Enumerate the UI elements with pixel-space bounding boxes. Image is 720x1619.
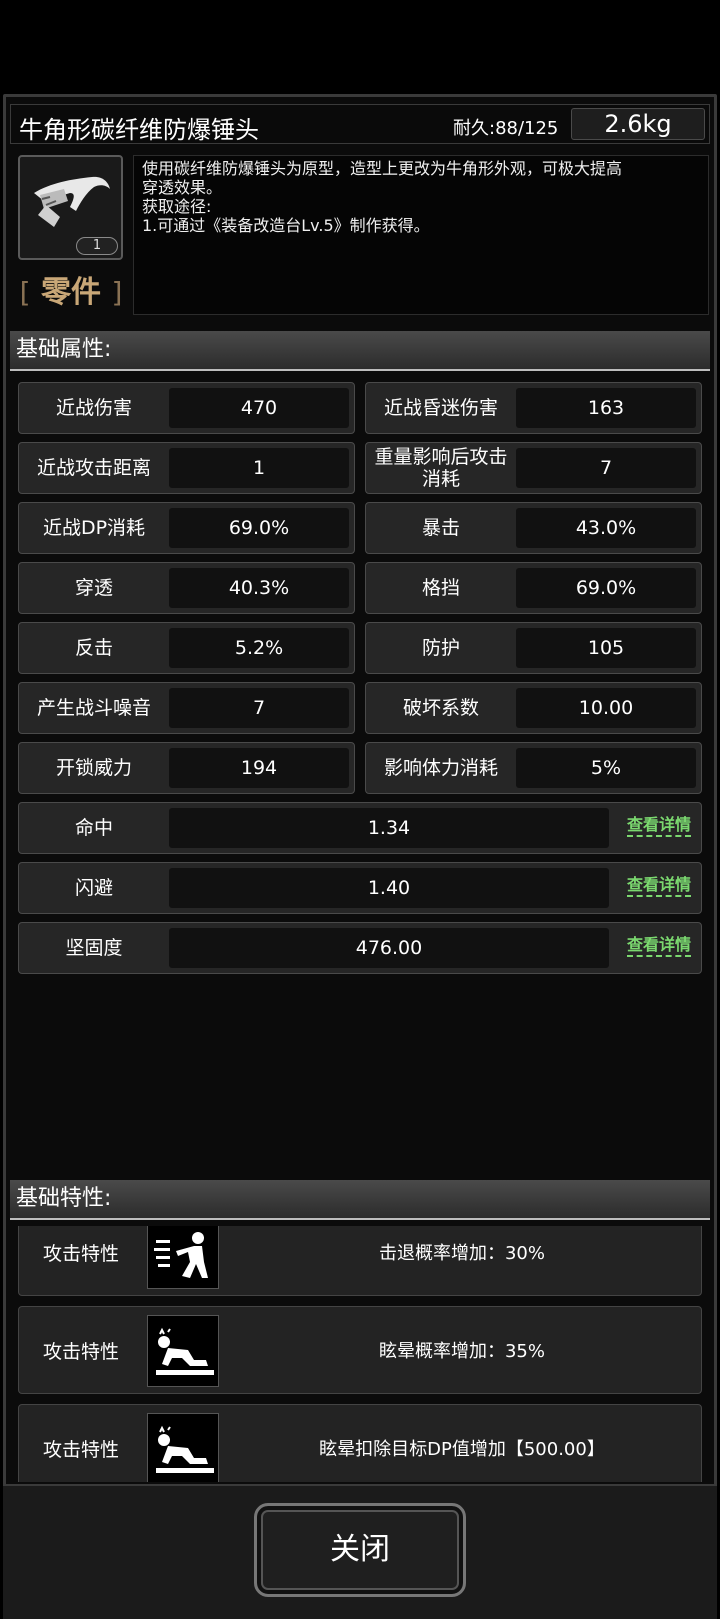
stat-value: 1 [169, 448, 349, 488]
section-header-basic-attributes: 基础属性: [10, 331, 710, 371]
stat-label: 反击 [74, 637, 113, 659]
stat-value: 5% [516, 748, 696, 788]
stat-cell: 近战伤害 470 [18, 382, 355, 434]
trait-row: 攻击特性 眩晕概率增加：35% [18, 1306, 702, 1394]
category-label: 零件 [41, 275, 101, 310]
stat-value: 69.0% [516, 568, 696, 608]
stat-cell: 近战DP消耗 69.0% [18, 502, 355, 554]
knockback-icon [147, 1226, 219, 1289]
description-line: 1.可通过《装备改造台Lv.5》制作获得。 [142, 216, 430, 235]
trait-description: 眩晕扣除目标DP值增加【500.00】 [319, 1439, 605, 1460]
category-bracket-right: ] [111, 276, 123, 309]
stat-label: 开锁威力 [55, 757, 132, 779]
stat-label: 产生战斗噪音 [36, 697, 151, 719]
stat-value: 476.00 [169, 928, 609, 968]
stat-label: 暴击 [421, 517, 460, 539]
item-category: [ 零件 ] [16, 267, 126, 313]
trait-type: 攻击特性 [42, 1340, 119, 1363]
stat-cell: 格挡 69.0% [365, 562, 702, 614]
stat-value: 43.0% [516, 508, 696, 548]
stat-label: 格挡 [421, 577, 460, 599]
stat-cell: 近战昏迷伤害 163 [365, 382, 702, 434]
stat-cell: 开锁威力 194 [18, 742, 355, 794]
view-details-link[interactable]: 查看详情 [626, 815, 691, 837]
view-details-link[interactable]: 查看详情 [626, 935, 691, 957]
trait-row: 攻击特性 击退概率增加：30% [18, 1226, 702, 1296]
traits-list[interactable]: 攻击特性 击退概率增加：30% 攻击特性 眩晕概率增加：35% 攻击特性 眩晕扣… [10, 1226, 710, 1482]
stat-value: 5.2% [169, 628, 349, 668]
stun-icon [147, 1413, 219, 1482]
stat-label: 重量影响后攻击消耗 [374, 446, 508, 490]
stat-value: 10.00 [516, 688, 696, 728]
item-icon-box: 1 [18, 155, 123, 260]
trait-row: 攻击特性 眩晕扣除目标DP值增加【500.00】 [18, 1404, 702, 1482]
stat-cell: 破坏系数 10.00 [365, 682, 702, 734]
close-button[interactable]: 关闭 [254, 1503, 466, 1597]
stat-value: 7 [169, 688, 349, 728]
title-bar: 牛角形碳纤维防爆锤头 耐久:88/125 2.6kg [10, 104, 710, 144]
category-bracket-left: [ [19, 276, 31, 309]
trait-type: 攻击特性 [42, 1242, 119, 1265]
trait-type: 攻击特性 [42, 1438, 119, 1461]
stat-label: 防护 [421, 637, 460, 659]
stat-cell: 暴击 43.0% [365, 502, 702, 554]
description-line: 使用碳纤维防爆锤头为原型，造型上更改为牛角形外观，可极大提高 [142, 159, 623, 178]
stat-label: 近战伤害 [55, 397, 132, 419]
stat-cell: 近战攻击距离 1 [18, 442, 355, 494]
stat-label: 近战昏迷伤害 [383, 397, 498, 419]
view-details-link[interactable]: 查看详情 [626, 875, 691, 897]
stat-value: 194 [169, 748, 349, 788]
stat-value: 470 [169, 388, 349, 428]
section-header-basic-traits: 基础特性: [10, 1180, 710, 1220]
stat-label: 穿透 [74, 577, 113, 599]
stat-value: 1.40 [169, 868, 609, 908]
stat-cell: 重量影响后攻击消耗 7 [365, 442, 702, 494]
stat-cell: 穿透 40.3% [18, 562, 355, 614]
hammer-head-icon [34, 176, 110, 227]
stat-label: 近战DP消耗 [42, 517, 146, 539]
trait-description: 击退概率增加：30% [378, 1243, 545, 1264]
stat-label: 坚固度 [65, 937, 123, 959]
stat-value: 7 [516, 448, 696, 488]
stat-label: 近战攻击距离 [36, 457, 151, 479]
item-description: 使用碳纤维防爆锤头为原型，造型上更改为牛角形外观，可极大提高 穿透效果。 获取途… [133, 155, 709, 315]
stat-cell-dodge: 闪避 1.40 查看详情 [18, 862, 702, 914]
stat-cell-sturdiness: 坚固度 476.00 查看详情 [18, 922, 702, 974]
description-line: 穿透效果。 [142, 178, 223, 197]
stat-cell: 防护 105 [365, 622, 702, 674]
stat-label: 命中 [74, 817, 113, 839]
stat-label: 闪避 [74, 877, 113, 899]
stat-cell: 反击 5.2% [18, 622, 355, 674]
weight-box: 2.6kg [571, 108, 705, 140]
durability-text: 耐久:88/125 [453, 118, 559, 139]
description-line: 获取途径: [142, 197, 212, 216]
stat-label: 影响体力消耗 [383, 757, 498, 779]
stat-value: 69.0% [169, 508, 349, 548]
stat-cell-hit: 命中 1.34 查看详情 [18, 802, 702, 854]
stat-value: 105 [516, 628, 696, 668]
stat-cell: 产生战斗噪音 7 [18, 682, 355, 734]
stat-cell: 影响体力消耗 5% [365, 742, 702, 794]
stat-value: 163 [516, 388, 696, 428]
stat-value: 40.3% [169, 568, 349, 608]
stun-icon [147, 1315, 219, 1387]
item-count-badge: 1 [76, 237, 118, 255]
item-name: 牛角形碳纤维防爆锤头 [19, 116, 259, 144]
stat-value: 1.34 [169, 808, 609, 848]
trait-description: 眩晕概率增加：35% [378, 1341, 545, 1362]
stat-label: 破坏系数 [402, 697, 479, 719]
